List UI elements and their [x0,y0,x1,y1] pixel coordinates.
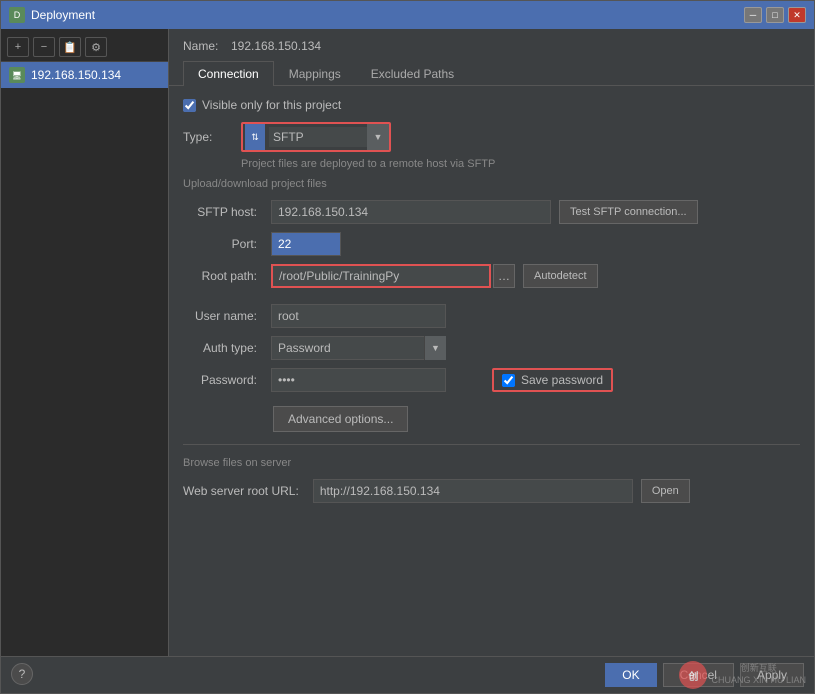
port-row: Port: [183,232,800,256]
main-content: + − 📋 ⚙ 🖥 192.168.150.134 Name: 192.168.… [1,29,814,656]
test-sftp-button[interactable]: Test SFTP connection... [559,200,698,224]
panel-main: Name: 192.168.150.134 Connection Mapping… [169,29,814,656]
add-server-button[interactable]: + [7,37,29,57]
sidebar: + − 📋 ⚙ 🖥 192.168.150.134 [1,29,169,656]
type-select[interactable]: SFTP FTP FTPS Local [269,127,389,147]
password-input[interactable] [271,368,446,392]
type-select-wrapper: ⇅ SFTP FTP FTPS Local ▼ [241,122,391,152]
root-path-browse-button[interactable]: … [493,264,515,288]
type-hint: Project files are deployed to a remote h… [183,156,800,178]
browse-section-label: Browse files on server [183,457,800,469]
server-icon: 🖥 [9,67,25,83]
name-row: Name: 192.168.150.134 [169,29,814,61]
title-bar: D Deployment ─ □ ✕ [1,1,814,29]
deployment-window: D Deployment ─ □ ✕ + − 📋 ⚙ 🖥 192.168.150… [0,0,815,694]
ok-button[interactable]: OK [605,663,656,687]
auth-type-select[interactable]: Password Key pair OpenSSH config [271,336,446,360]
tab-mappings[interactable]: Mappings [274,61,356,86]
autodetect-button[interactable]: Autodetect [523,264,598,288]
sftp-host-input[interactable] [271,200,551,224]
root-path-input[interactable] [271,264,491,288]
tab-excluded-paths[interactable]: Excluded Paths [356,61,469,86]
window-icon: D [9,7,25,23]
visible-only-label: Visible only for this project [202,98,341,112]
title-bar-left: D Deployment [9,7,95,23]
watermark: 创 创新互联 CHUANG XIN HU LIAN [679,661,806,689]
advanced-options-button[interactable]: Advanced options... [273,406,408,432]
divider [183,444,800,445]
auth-type-label: Auth type: [183,341,263,355]
user-name-row: User name: [183,304,800,328]
web-server-label: Web server root URL: [183,484,305,498]
user-name-input[interactable] [271,304,446,328]
upload-section-label: Upload/download project files [183,178,800,190]
web-server-input[interactable] [313,479,633,503]
watermark-logo: 创 [679,661,707,689]
help-button[interactable]: ? [11,663,33,685]
tab-content-connection: Visible only for this project Type: ⇅ SF… [169,86,814,656]
close-button[interactable]: ✕ [788,7,806,23]
tabs-bar: Connection Mappings Excluded Paths [169,61,814,86]
visible-only-checkbox[interactable] [183,99,196,112]
window-title: Deployment [31,8,95,22]
root-path-label: Root path: [183,269,263,283]
visible-only-row: Visible only for this project [183,98,800,112]
password-label: Password: [183,373,263,387]
port-input[interactable] [271,232,341,256]
password-row: Password: Save password [183,368,800,392]
user-name-label: User name: [183,309,263,323]
sidebar-toolbar: + − 📋 ⚙ [1,33,168,62]
sftp-host-label: SFTP host: [183,205,263,219]
sidebar-item-label: 192.168.150.134 [31,68,121,82]
sftp-host-row: SFTP host: Test SFTP connection... [183,200,800,224]
remove-server-button[interactable]: − [33,37,55,57]
open-button[interactable]: Open [641,479,690,503]
save-password-checkbox[interactable] [502,374,515,387]
save-password-label: Save password [521,373,603,387]
web-server-row: Web server root URL: Open [183,479,800,503]
root-path-group: … [271,264,515,288]
advanced-options-row: Advanced options... [183,400,800,432]
sidebar-item-server[interactable]: 🖥 192.168.150.134 [1,62,168,88]
title-bar-controls: ─ □ ✕ [744,7,806,23]
root-path-row: Root path: … Autodetect [183,264,800,288]
maximize-button[interactable]: □ [766,7,784,23]
minimize-button[interactable]: ─ [744,7,762,23]
settings-server-button[interactable]: ⚙ [85,37,107,57]
name-label: Name: [183,39,223,53]
auth-type-wrapper: Password Key pair OpenSSH config ▼ [271,336,446,360]
port-label: Port: [183,237,263,251]
watermark-text: 创新互联 CHUANG XIN HU LIAN [711,663,806,686]
type-row: Type: ⇅ SFTP FTP FTPS Local ▼ [183,122,800,152]
save-password-group: Save password [492,368,613,392]
sftp-icon: ⇅ [245,124,265,150]
auth-type-row: Auth type: Password Key pair OpenSSH con… [183,336,800,360]
copy-server-button[interactable]: 📋 [59,37,81,57]
name-value: 192.168.150.134 [231,39,321,53]
tab-connection[interactable]: Connection [183,61,274,86]
type-label: Type: [183,130,233,144]
